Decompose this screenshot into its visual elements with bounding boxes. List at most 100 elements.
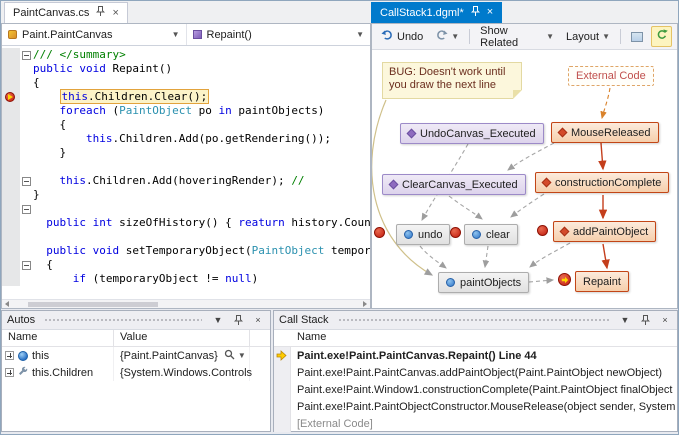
outline-margin[interactable] — [20, 132, 33, 146]
node-repaint[interactable]: Repaint — [575, 271, 629, 292]
show-related-dropdown[interactable]: Show Related ▼ — [476, 22, 558, 52]
pin-icon[interactable] — [231, 313, 245, 327]
outline-margin[interactable] — [20, 90, 33, 104]
outline-margin[interactable] — [20, 160, 33, 174]
scrollbar-thumb[interactable] — [28, 302, 158, 307]
code-line[interactable]: this.Children.Add(po.getRendering()); — [2, 132, 370, 146]
chevron-down-icon[interactable]: ▼ — [238, 351, 246, 360]
outline-margin[interactable] — [20, 146, 33, 160]
outline-margin[interactable] — [20, 76, 33, 90]
code-line[interactable]: { — [2, 76, 370, 90]
outline-margin[interactable] — [20, 62, 33, 76]
code-line[interactable]: public void Repaint() — [2, 62, 370, 76]
column-header-name[interactable]: Name — [274, 330, 677, 346]
autos-row[interactable]: this.Children{System.Windows.Controls — [2, 364, 270, 381]
variable-value-cell[interactable]: {System.Windows.Controls — [114, 364, 250, 381]
graph-canvas[interactable]: BUG: Doesn't work until you draw the nex… — [372, 50, 677, 308]
outline-margin[interactable] — [20, 118, 33, 132]
collapse-icon[interactable] — [22, 205, 31, 214]
node-addpaintobject[interactable]: addPaintObject — [553, 221, 656, 242]
node-clearcanvas-executed[interactable]: ClearCanvas_Executed — [382, 174, 526, 195]
pin-icon[interactable] — [471, 6, 480, 20]
close-icon[interactable]: × — [251, 313, 265, 327]
breakpoint-gutter[interactable] — [2, 76, 20, 90]
breakpoint-gutter[interactable] — [2, 146, 20, 160]
code-line[interactable]: { — [2, 118, 370, 132]
outline-margin[interactable] — [20, 48, 33, 62]
code-line[interactable]: this.Children.Clear(); — [2, 90, 370, 104]
callstack-row[interactable]: [External Code] — [274, 415, 677, 432]
breakpoint-gutter[interactable] — [2, 118, 20, 132]
scroll-right-arrow-icon[interactable] — [363, 301, 367, 307]
breakpoint-gutter[interactable] — [2, 48, 20, 62]
horizontal-scrollbar[interactable] — [2, 299, 370, 308]
window-position-icon[interactable]: ▼ — [211, 313, 225, 327]
callstack-row[interactable]: Paint.exe!Paint.PaintCanvas.Repaint() Li… — [274, 347, 677, 364]
layout-dropdown[interactable]: Layout ▼ — [562, 28, 614, 46]
code-line[interactable]: if (temporaryObject != null) — [2, 272, 370, 286]
close-icon[interactable]: × — [658, 313, 672, 327]
outline-margin[interactable] — [20, 230, 33, 244]
breakpoint-gutter[interactable] — [2, 90, 20, 104]
redo-button[interactable]: ▼ — [431, 26, 463, 47]
column-header-name[interactable]: Name — [2, 330, 114, 346]
breakpoint-icon[interactable] — [537, 225, 548, 236]
code-line[interactable] — [2, 230, 370, 244]
pin-icon[interactable] — [638, 313, 652, 327]
breakpoint-gutter[interactable] — [2, 188, 20, 202]
outline-margin[interactable] — [20, 244, 33, 258]
outline-margin[interactable] — [20, 174, 33, 188]
collapse-icon[interactable] — [22, 261, 31, 270]
magnifier-icon[interactable] — [224, 349, 235, 363]
callstack-title-bar[interactable]: Call Stack ▼ × — [274, 311, 677, 330]
callstack-row[interactable]: Paint.exe!Paint.PaintCanvas.addPaintObje… — [274, 364, 677, 381]
code-line[interactable]: { — [2, 258, 370, 272]
collapse-icon[interactable] — [22, 51, 31, 60]
close-icon[interactable]: × — [487, 7, 493, 18]
expand-icon[interactable] — [5, 368, 14, 377]
type-dropdown[interactable]: Paint.PaintCanvas ▼ — [2, 24, 187, 45]
breakpoint-gutter[interactable] — [2, 244, 20, 258]
breakpoint-gutter[interactable] — [2, 216, 20, 230]
variable-name-cell[interactable]: this — [2, 347, 114, 364]
member-dropdown[interactable]: Repaint() ▼ — [187, 24, 371, 45]
breakpoint-gutter[interactable] — [2, 272, 20, 286]
tab-paintcanvas[interactable]: PaintCanvas.cs × — [4, 2, 128, 23]
node-constructioncomplete[interactable]: constructionComplete — [535, 172, 669, 193]
variable-value-cell[interactable]: {Paint.PaintCanvas}▼ — [114, 347, 250, 364]
expand-icon[interactable] — [5, 351, 14, 360]
undo-button[interactable]: Undo — [377, 26, 427, 47]
outline-margin[interactable] — [20, 188, 33, 202]
column-header-value[interactable]: Value — [114, 330, 250, 346]
drag-grip[interactable] — [338, 318, 609, 323]
node-mousereleased[interactable]: MouseReleased — [551, 122, 659, 143]
code-line[interactable]: /// </summary> — [2, 48, 370, 62]
breakpoint-gutter[interactable] — [2, 202, 20, 216]
breakpoint-gutter[interactable] — [2, 62, 20, 76]
code-line[interactable]: } — [2, 188, 370, 202]
autos-title-bar[interactable]: Autos ▼ × — [2, 311, 270, 330]
close-icon[interactable]: × — [112, 8, 118, 19]
node-undocanvas-executed[interactable]: UndoCanvas_Executed — [400, 123, 544, 144]
refresh-graph-button[interactable] — [651, 26, 672, 47]
window-position-icon[interactable]: ▼ — [618, 313, 632, 327]
outline-margin[interactable] — [20, 202, 33, 216]
breakpoint-gutter[interactable] — [2, 258, 20, 272]
code-line[interactable]: foreach (PaintObject po in paintObjects) — [2, 104, 370, 118]
outline-margin[interactable] — [20, 104, 33, 118]
code-line[interactable]: public int sizeOfHistory() { reaturn his… — [2, 216, 370, 230]
collapse-icon[interactable] — [22, 177, 31, 186]
outline-margin[interactable] — [20, 258, 33, 272]
pin-icon[interactable] — [96, 6, 105, 20]
graph-window-button[interactable] — [627, 29, 647, 45]
tab-callstack-dgml[interactable]: CallStack1.dgml* × — [371, 2, 502, 23]
node-undo[interactable]: undo — [396, 224, 450, 245]
autos-row[interactable]: this{Paint.PaintCanvas}▼ — [2, 347, 270, 364]
breakpoint-icon[interactable] — [450, 227, 461, 238]
callstack-row[interactable]: Paint.exe!Paint.PaintObjectConstructor.M… — [274, 398, 677, 415]
code-editor[interactable]: /// </summary>public void Repaint(){ thi… — [2, 46, 370, 299]
breakpoint-gutter[interactable] — [2, 174, 20, 188]
breakpoint-gutter[interactable] — [2, 160, 20, 174]
breakpoint-gutter[interactable] — [2, 104, 20, 118]
code-line[interactable]: public void setTemporaryObject(PaintObje… — [2, 244, 370, 258]
